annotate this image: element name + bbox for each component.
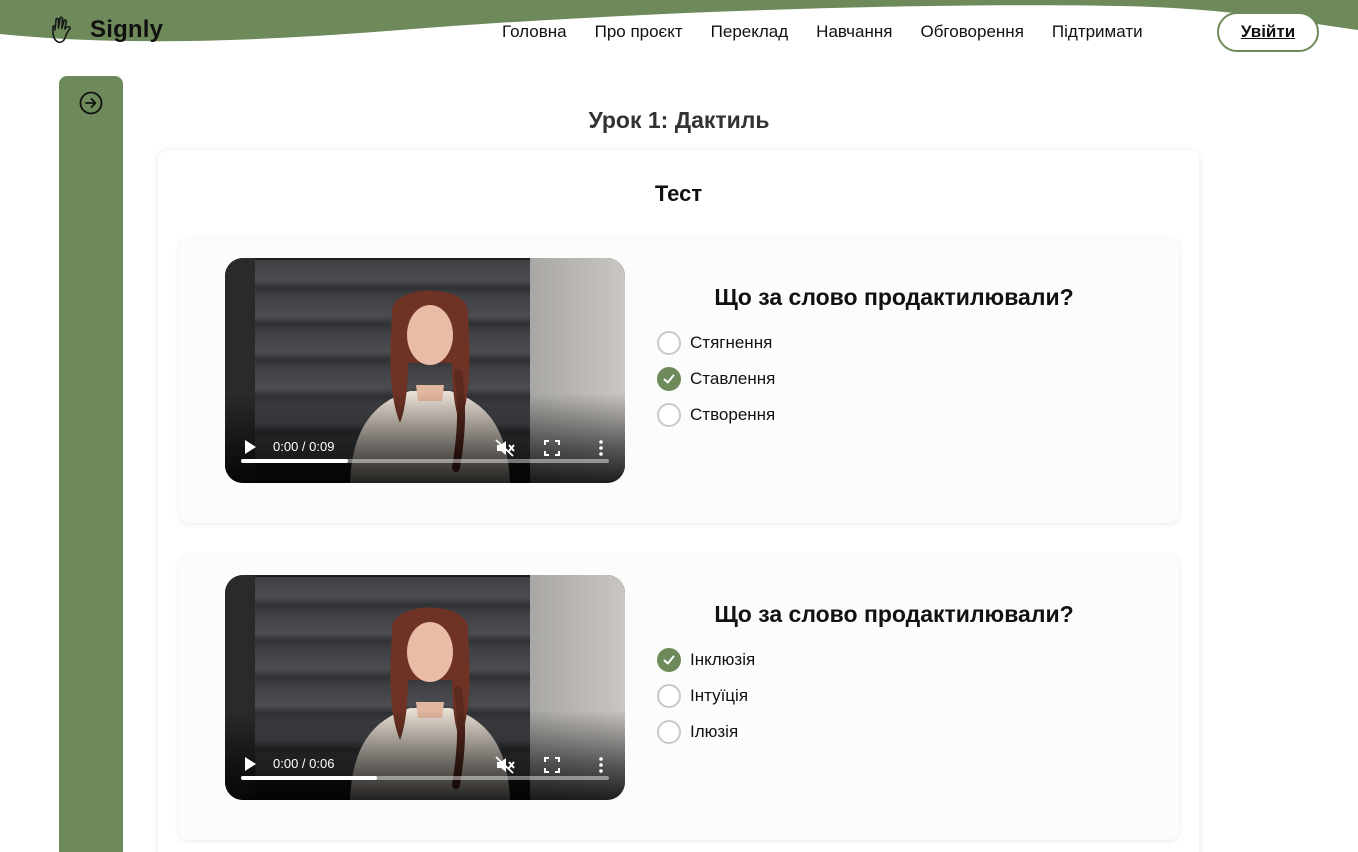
checkmark-icon — [663, 374, 675, 384]
video-progress-fill — [241, 776, 378, 780]
radio-button[interactable] — [657, 684, 681, 708]
answer-option[interactable]: Створення — [657, 397, 775, 433]
muted-icon[interactable] — [495, 439, 515, 457]
main-nav: Головна Про проєкт Переклад Навчання Обг… — [502, 22, 1143, 42]
answer-options: Інклюзія Інтуїція Ілюзія — [657, 642, 755, 750]
radio-button-checked[interactable] — [657, 367, 681, 391]
play-icon[interactable] — [243, 756, 257, 772]
sidebar — [59, 76, 123, 852]
answer-label: Стягнення — [690, 333, 773, 352]
radio-button-checked[interactable] — [657, 648, 681, 672]
question-prompt: Що за слово продактилювали? — [714, 601, 1074, 627]
answer-label: Інклюзія — [690, 650, 756, 669]
answer-option[interactable]: Інтуїція — [657, 678, 755, 714]
video-progress-bar[interactable] — [241, 459, 609, 463]
radio-button[interactable] — [657, 331, 681, 355]
lesson-title: Урок 1: Дактиль — [588, 107, 770, 133]
nav-item-translate[interactable]: Переклад — [711, 22, 789, 42]
fullscreen-icon[interactable] — [544, 757, 560, 773]
video-time: 0:00 / 0:06 — [273, 756, 335, 771]
play-icon[interactable] — [243, 439, 257, 455]
fullscreen-icon[interactable] — [544, 440, 560, 456]
login-button[interactable]: Увійти — [1217, 12, 1319, 52]
answer-option[interactable]: Ставлення — [657, 361, 775, 397]
radio-button[interactable] — [657, 403, 681, 427]
answer-label: Ілюзія — [690, 722, 739, 741]
nav-item-discussion[interactable]: Обговорення — [920, 22, 1023, 42]
test-card: Тест 0:00 / 0:09 Що за слово продактилюв… — [158, 150, 1199, 852]
nav-item-home[interactable]: Головна — [502, 22, 567, 42]
brand-name: Signly — [90, 16, 164, 43]
nav-item-learning[interactable]: Навчання — [816, 22, 892, 42]
question-card: 0:00 / 0:06 Що за слово продактилювали? … — [179, 555, 1179, 840]
answer-option[interactable]: Інклюзія — [657, 642, 755, 678]
answer-label: Ставлення — [690, 369, 776, 388]
video-progress-fill — [241, 459, 348, 463]
page: Signly Головна Про проєкт Переклад Навча… — [0, 0, 1358, 852]
nav-item-about[interactable]: Про проєкт — [595, 22, 683, 42]
video-player[interactable]: 0:00 / 0:09 — [225, 258, 625, 483]
answer-label: Створення — [690, 405, 776, 424]
more-options-icon[interactable] — [595, 756, 607, 774]
radio-button[interactable] — [657, 720, 681, 744]
checkmark-icon — [663, 655, 675, 665]
video-progress-bar[interactable] — [241, 776, 609, 780]
muted-icon[interactable] — [495, 756, 515, 774]
answer-options: Стягнення Ставлення Створення — [657, 325, 775, 433]
answer-option[interactable]: Стягнення — [657, 325, 775, 361]
question-card: 0:00 / 0:09 Що за слово продактилювали? … — [179, 238, 1179, 523]
video-player[interactable]: 0:00 / 0:06 — [225, 575, 625, 800]
video-time: 0:00 / 0:09 — [273, 439, 335, 454]
answer-option[interactable]: Ілюзія — [657, 714, 755, 750]
answer-label: Інтуїція — [690, 686, 749, 705]
test-title: Тест — [654, 181, 703, 206]
brand-logo[interactable]: Signly — [50, 16, 163, 44]
hand-sign-icon — [52, 16, 71, 44]
more-options-icon[interactable] — [595, 439, 607, 457]
nav-item-support[interactable]: Підтримати — [1052, 22, 1143, 42]
question-prompt: Що за слово продактилювали? — [714, 284, 1074, 310]
